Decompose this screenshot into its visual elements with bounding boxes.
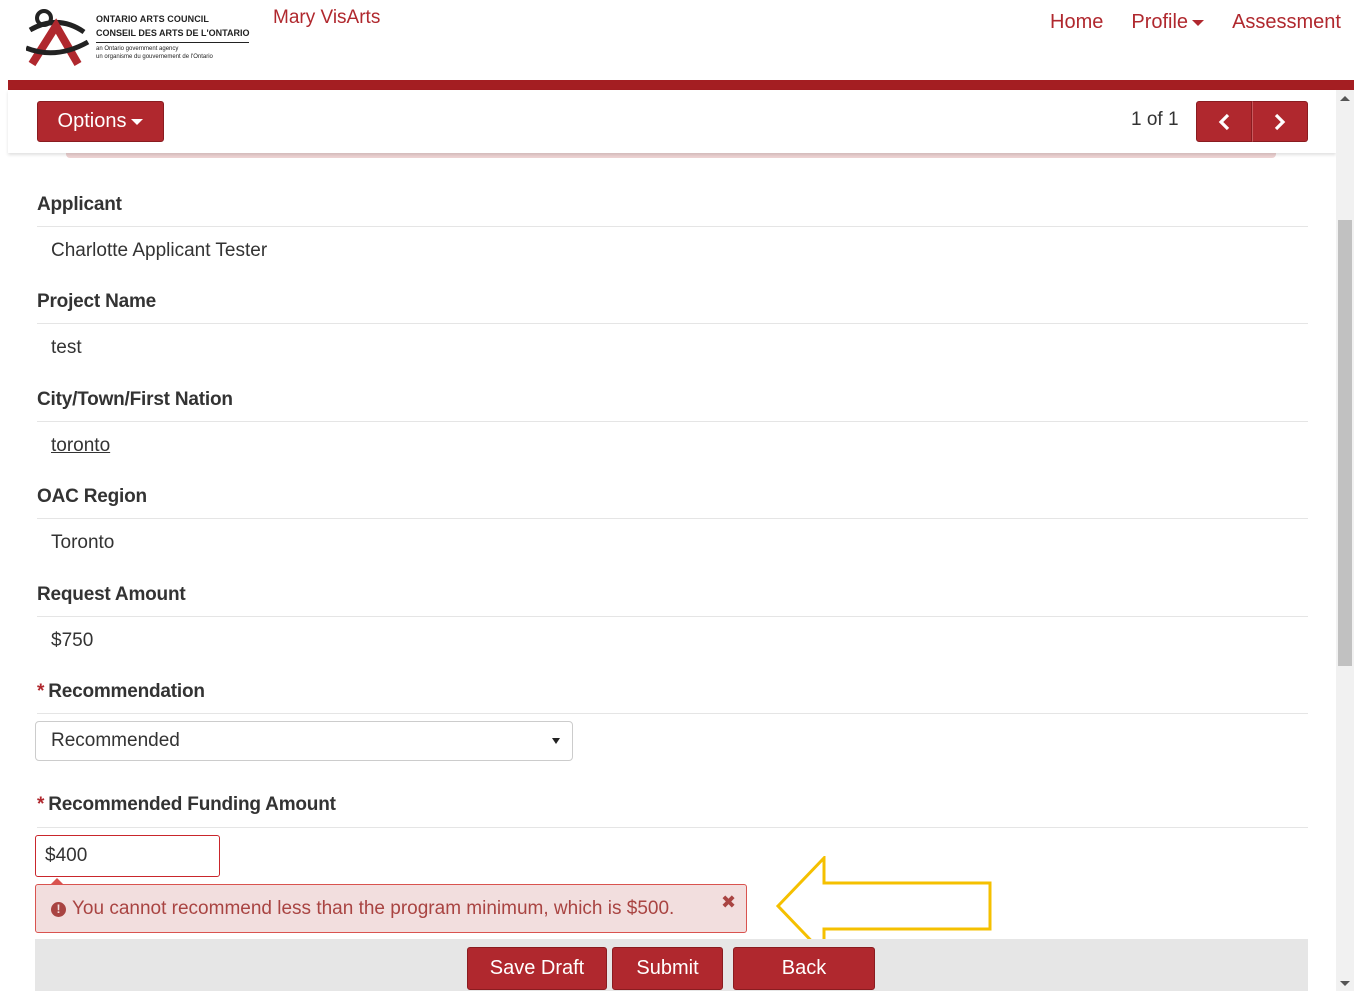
close-icon[interactable]: ✖ — [721, 892, 736, 913]
recommendation-selected-value: Recommended — [51, 730, 180, 751]
funding-amount-label: * Recommended Funding Amount — [37, 794, 336, 816]
nav-home[interactable]: Home — [1050, 11, 1103, 34]
previous-button[interactable] — [1196, 101, 1252, 142]
chevron-left-icon — [1218, 113, 1230, 130]
next-button[interactable] — [1252, 101, 1308, 142]
logo-line-2: CONSEIL DES ARTS DE L'ONTARIO — [96, 26, 250, 43]
nav-assessment[interactable]: Assessment — [1232, 11, 1341, 34]
divider — [37, 323, 1308, 324]
request-amount-label: Request Amount — [37, 584, 186, 605]
required-marker: * — [37, 794, 45, 815]
back-button[interactable]: Back — [733, 947, 875, 990]
dropdown-arrow-icon — [552, 738, 560, 744]
pager-buttons — [1196, 101, 1308, 142]
caret-down-icon — [1192, 19, 1205, 26]
toolbar: Options 1 of 1 — [8, 90, 1336, 153]
divider — [37, 827, 1308, 828]
options-button[interactable]: Options — [37, 101, 164, 142]
error-message-box: ! You cannot recommend less than the prog… — [35, 884, 747, 933]
divider — [37, 713, 1308, 714]
page-scrollbar[interactable] — [1336, 90, 1354, 991]
region-value: Toronto — [51, 532, 115, 553]
city-label: City/Town/First Nation — [37, 389, 233, 410]
oac-logo-mark — [26, 9, 90, 67]
applicant-value: Charlotte Applicant Tester — [51, 240, 268, 261]
divider — [37, 518, 1308, 519]
nav-profile[interactable]: Profile — [1131, 11, 1205, 34]
options-label: Options — [57, 110, 127, 132]
scroll-up-icon[interactable] — [1340, 96, 1350, 101]
funding-amount-label-text: Recommended Funding Amount — [48, 794, 336, 815]
applicant-label: Applicant — [37, 194, 122, 215]
required-marker: * — [37, 681, 45, 702]
recommendation-select[interactable]: Recommended — [35, 721, 573, 761]
submit-button[interactable]: Submit — [612, 947, 723, 990]
user-name: Mary VisArts — [273, 7, 381, 28]
oac-logo[interactable]: ONTARIO ARTS COUNCIL CONSEIL DES ARTS DE… — [26, 8, 261, 68]
logo-line-4: un organisme du gouvernement de l'Ontari… — [96, 54, 213, 60]
recommendation-label: * Recommendation — [37, 681, 205, 703]
error-message: You cannot recommend less than the progr… — [72, 898, 675, 919]
scroll-down-icon[interactable] — [1340, 981, 1350, 986]
nav-profile-label: Profile — [1131, 11, 1189, 33]
toolbar-shadow — [66, 153, 1276, 158]
exclamation-circle-icon: ! — [51, 902, 66, 917]
divider — [37, 226, 1308, 227]
project-name-value: test — [51, 337, 82, 358]
recommendation-label-text: Recommendation — [48, 681, 205, 702]
divider — [37, 616, 1308, 617]
divider — [37, 421, 1308, 422]
pager-text: 1 of 1 — [1131, 109, 1179, 130]
funding-amount-input[interactable] — [35, 835, 220, 877]
logo-line-3: an Ontario government agency — [96, 46, 179, 52]
site-header: ONTARIO ARTS COUNCIL CONSEIL DES ARTS DE… — [0, 0, 1354, 81]
save-draft-button[interactable]: Save Draft — [467, 947, 607, 990]
city-link[interactable]: toronto — [51, 435, 110, 457]
header-divider — [8, 80, 1354, 90]
project-name-label: Project Name — [37, 291, 157, 312]
logo-text: ONTARIO ARTS COUNCIL CONSEIL DES ARTS DE… — [96, 12, 250, 61]
scroll-thumb[interactable] — [1338, 220, 1352, 666]
main-nav: Home Profile Assessment — [1050, 11, 1341, 34]
request-amount-value: $750 — [51, 630, 94, 651]
logo-line-1: ONTARIO ARTS COUNCIL — [96, 14, 209, 24]
caret-down-icon — [131, 118, 144, 125]
chevron-right-icon — [1274, 113, 1286, 130]
region-label: OAC Region — [37, 486, 147, 507]
